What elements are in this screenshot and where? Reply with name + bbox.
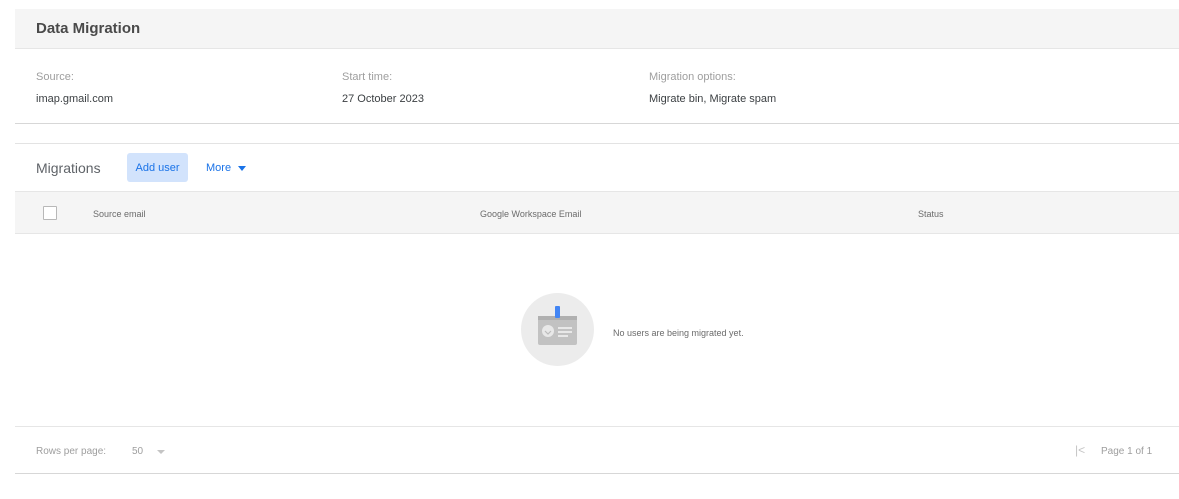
empty-state: No users are being migrated yet.	[15, 234, 1179, 426]
table-header: Source email Google Workspace Email Stat…	[15, 191, 1179, 234]
select-all-checkbox[interactable]	[43, 206, 57, 220]
start-time-label: Start time:	[342, 71, 393, 83]
start-time-value: 27 October 2023	[342, 93, 424, 105]
rows-per-page-caret-icon[interactable]	[157, 450, 165, 454]
column-header-source-email[interactable]: Source email	[93, 209, 146, 219]
source-value: imap.gmail.com	[36, 93, 114, 105]
rows-per-page-select[interactable]: 50	[132, 446, 143, 457]
source-info: Source: imap.gmail.com	[36, 70, 113, 106]
more-menu-button[interactable]: More	[206, 159, 247, 177]
migration-options-label: Migration options:	[649, 71, 736, 83]
id-card-icon	[521, 293, 594, 366]
migrations-toolbar: Migrations Add user More	[15, 144, 1179, 191]
source-label: Source:	[36, 71, 74, 83]
migrations-card: Migrations Add user More Source email Go…	[15, 143, 1179, 474]
migration-overview-card: Data Migration Source: imap.gmail.com St…	[15, 9, 1179, 124]
column-header-workspace-email[interactable]: Google Workspace Email	[480, 209, 581, 219]
add-user-button[interactable]: Add user	[127, 153, 188, 182]
overview-header: Data Migration	[15, 9, 1179, 49]
more-label: More	[206, 162, 232, 174]
migrations-title: Migrations	[36, 160, 101, 176]
start-time-info: Start time: 27 October 2023	[342, 70, 424, 106]
migration-options-info: Migration options: Migrate bin, Migrate …	[649, 70, 776, 106]
caret-down-icon	[238, 165, 247, 171]
empty-state-message: No users are being migrated yet.	[613, 328, 744, 338]
rows-per-page-label: Rows per page:	[36, 446, 107, 457]
table-footer: Rows per page: 50 |< Page 1 of 1	[15, 426, 1179, 474]
page-title: Data Migration	[36, 20, 141, 37]
page-info: Page 1 of 1	[1101, 446, 1153, 457]
migration-options-value: Migrate bin, Migrate spam	[649, 93, 777, 105]
column-header-status[interactable]: Status	[918, 209, 944, 219]
first-page-icon[interactable]: |<	[1075, 443, 1085, 457]
